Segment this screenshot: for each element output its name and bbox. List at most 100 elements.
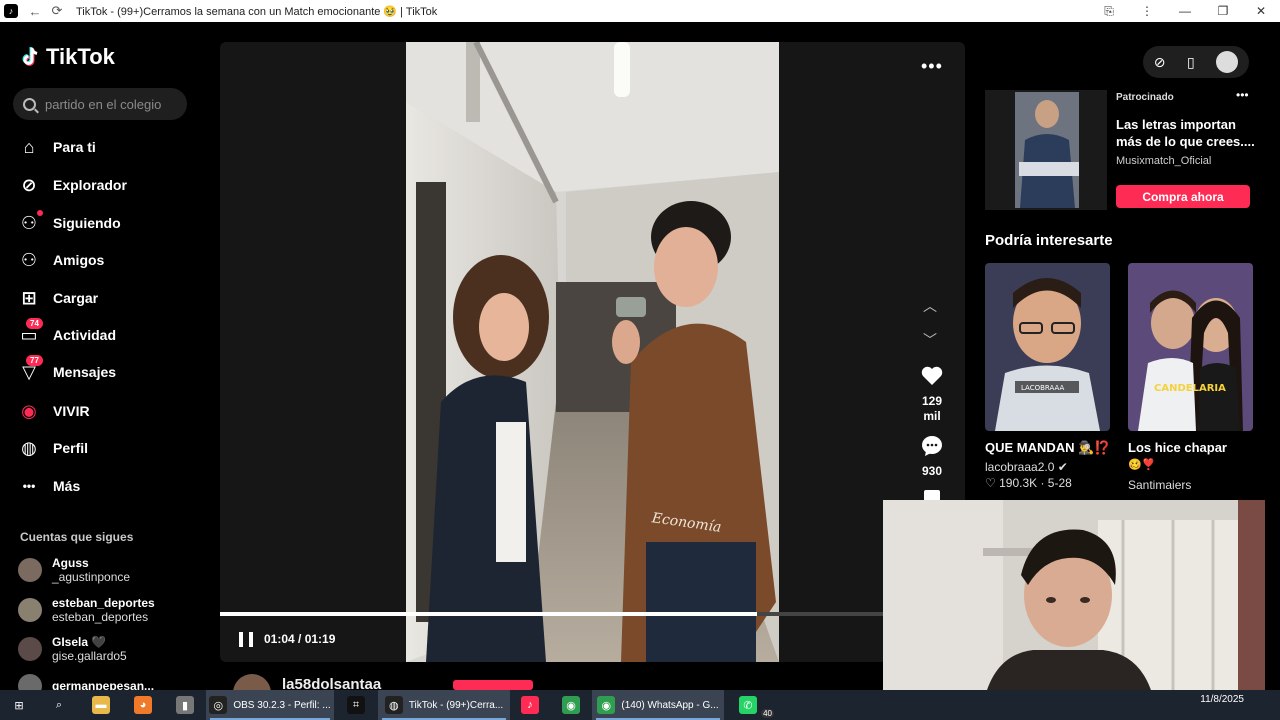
buy-now-button[interactable]: Compra ahora [1116, 185, 1250, 208]
account-name: Aguss [52, 556, 89, 570]
taskbar-tiktok-app-button[interactable]: ♪ [510, 690, 550, 720]
taskbar-file-explorer-button[interactable]: ▬ [80, 690, 122, 720]
rec-account-1[interactable]: lacobraaa2.0 ✔ [985, 460, 1068, 474]
avatar [18, 558, 42, 582]
rec-caption-2[interactable]: Los hice chapar [1128, 440, 1227, 455]
search-input[interactable]: partido en el colegio [13, 88, 187, 120]
account-name: GIsela 🖤 [52, 635, 107, 649]
inbox-icon: ▭ 74 [18, 318, 43, 346]
account-name: esteban_deportes [52, 596, 155, 610]
nav-label: Explorador [53, 177, 127, 193]
nav-label: Para ti [53, 139, 96, 155]
more-icon: ••• [22, 479, 36, 493]
notification-dot [37, 210, 43, 216]
rec-caption-2-emoji: 🥴❣️ [1128, 459, 1156, 471]
maximize-button[interactable]: ❐ [1204, 4, 1242, 18]
top-tools: ⊘ ▯ [1143, 46, 1249, 78]
following-account[interactable]: esteban_deportes esteban_deportes [18, 596, 155, 624]
follow-button[interactable] [453, 680, 533, 690]
nav-item-amigos[interactable]: ⚇ Amigos [18, 245, 104, 275]
browser-menu-icon[interactable]: ⋮ [1128, 4, 1166, 18]
phone-icon[interactable]: ▯ [1187, 54, 1195, 71]
bookmark-icon[interactable] [924, 490, 940, 500]
nav-item-explorador[interactable]: ⊘ Explorador [18, 170, 127, 200]
following-account[interactable]: GIsela 🖤 gise.gallardo5 [18, 635, 127, 663]
ad-more-icon[interactable]: ••• [1236, 88, 1249, 102]
ad-account[interactable]: Musixmatch_Oficial [1116, 155, 1211, 167]
system-date: 11/8/2025 [1200, 694, 1244, 705]
tiktok-logo[interactable]: TikTok [20, 44, 115, 70]
pause-button[interactable] [239, 632, 253, 647]
nav-label: VIVIR [53, 403, 90, 419]
reload-icon[interactable]: ⟳ [46, 0, 68, 22]
webcam-overlay [883, 500, 1265, 705]
taskbar-chrome-whatsapp-button[interactable]: ◉ (140) WhatsApp - G... [592, 690, 724, 720]
chrome-icon: ◉ [562, 696, 580, 714]
taskbar-mic-app-button[interactable]: ▮ [164, 690, 206, 720]
nav-item-cargar[interactable]: ⊞ Cargar [18, 283, 98, 313]
tiktok-app-icon: ♪ [521, 696, 539, 714]
compass-icon: ⊘ [21, 174, 37, 195]
taskbar-capcut-button[interactable]: ⌗ [334, 690, 378, 720]
minimize-button[interactable]: — [1166, 4, 1204, 18]
translate-icon[interactable]: ⎘ [1090, 4, 1128, 19]
compass-icon[interactable]: ⊘ [1154, 54, 1166, 71]
profile-avatar-icon: ◍ [21, 437, 37, 458]
following-account[interactable]: Aguss _agustinponce [18, 556, 130, 584]
rec-thumbnail-2[interactable]: CANDELARIA [1128, 263, 1253, 431]
comment-count: 930 [921, 464, 943, 478]
live-icon: ◉ [21, 400, 37, 421]
taskbar-chrome-tiktok-button[interactable]: ◍ TikTok - (99+)Cerra... [378, 690, 510, 720]
taskbar-obs-button[interactable]: ◎ OBS 30.2.3 - Perfil: ... [206, 690, 334, 720]
taskbar-label: OBS 30.2.3 - Perfil: ... [233, 699, 331, 711]
nav-item-para-ti[interactable]: ⌂ Para ti [18, 132, 96, 162]
video-frame[interactable]: Economía [406, 42, 779, 662]
comment-button[interactable] [915, 434, 949, 461]
taskbar-label: (140) WhatsApp - G... [621, 699, 719, 711]
notification-badge: 77 [26, 355, 43, 366]
nav-label: Mensajes [53, 364, 117, 380]
ad-title[interactable]: Las letras importan más de lo que crees.… [1116, 116, 1256, 150]
nav-item-mensajes[interactable]: ▽ 77 Mensajes [18, 355, 117, 387]
like-count: 129 mil [915, 394, 949, 424]
notification-badge: 74 [26, 318, 43, 329]
taskbar-whatsapp-button[interactable]: ✆ 40 [724, 690, 774, 720]
video-scene: Economía [406, 42, 779, 662]
mic-app-icon: ▮ [176, 696, 194, 714]
nav-item-vivir[interactable]: ◉ VIVIR [18, 396, 90, 426]
nav-label: Más [53, 478, 81, 494]
nav-item-siguiendo[interactable]: ⚇ Siguiendo [18, 208, 121, 238]
nav-item-perfil[interactable]: ◍ Perfil [18, 433, 88, 463]
taskbar-search-button[interactable]: ⌕ [38, 690, 80, 720]
upload-icon: ⊞ [21, 287, 37, 308]
nav-item-m-s[interactable]: ••• Más [18, 471, 81, 501]
windows-taskbar: ⊞ ⌕ ▬ ◕ ▮ ◎ OBS 30.2.3 - Perfil: ... ⌗ ◍ TikTok -… [0, 690, 1280, 720]
like-button[interactable] [915, 364, 949, 391]
user-avatar-icon[interactable] [1216, 51, 1239, 73]
taskbar-firefox-button[interactable]: ◕ [122, 690, 164, 720]
rec-thumbnail-1[interactable]: LACOBRAAA [985, 263, 1110, 431]
rec-account-2[interactable]: Santimaiers [1128, 478, 1191, 492]
rec-overlay-2: CANDELARIA [1154, 383, 1226, 394]
ad-thumbnail[interactable] [985, 90, 1107, 210]
rec-overlay-1: LACOBRAAA [1021, 384, 1064, 392]
nav-label: Actividad [53, 327, 117, 343]
nav-item-actividad[interactable]: ▭ 74 Actividad [18, 318, 117, 350]
whatsapp-icon: ✆ [739, 696, 757, 714]
avatar [18, 637, 42, 661]
back-arrow-icon[interactable]: ← [24, 0, 46, 22]
more-options-icon[interactable]: ••• [921, 56, 943, 77]
next-video-icon[interactable]: ﹀ [923, 330, 937, 350]
close-button[interactable]: ✕ [1242, 4, 1280, 18]
following-icon: ⚇ [18, 210, 43, 234]
account-handle: gise.gallardo5 [52, 649, 127, 663]
search-icon: ⌕ [55, 698, 63, 711]
brand-name: TikTok [46, 44, 115, 69]
previous-video-icon[interactable]: ︿ [923, 296, 937, 316]
taskbar-windows-start-button[interactable]: ⊞ [0, 690, 38, 720]
chrome-whatsapp-icon: ◉ [597, 696, 616, 714]
rec-caption-1[interactable]: QUE MANDAN 🕵️‍♂️⁉️ [985, 440, 1111, 456]
capcut-icon: ⌗ [347, 696, 365, 714]
taskbar-chrome-button[interactable]: ◉ [550, 690, 592, 720]
browser-title-bar: ♪ ← ⟳ TikTok - (99+)Cerramos la semana c… [0, 0, 1280, 22]
